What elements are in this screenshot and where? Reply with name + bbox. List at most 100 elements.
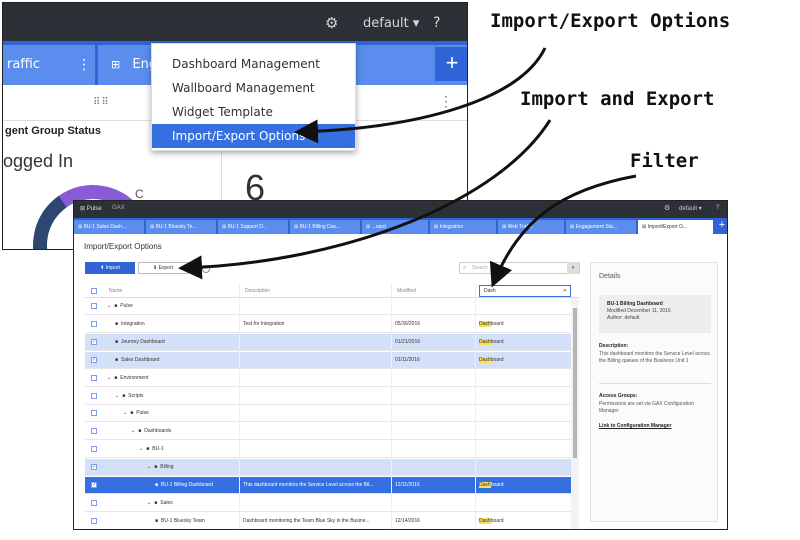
tab-web-traffic[interactable]: ⊞ Web Traffic (498, 220, 566, 234)
help-icon[interactable]: ? (716, 205, 719, 211)
dashboard-icon: ■ (155, 482, 159, 488)
row-checkbox[interactable] (91, 428, 97, 435)
chevron-down-icon[interactable]: ⌄ (147, 500, 151, 506)
row-checkbox[interactable]: ✓ (91, 464, 97, 471)
column-modified[interactable]: Modified (397, 284, 416, 298)
widget-kebab-icon[interactable]: ⋮ (439, 93, 453, 110)
row-checkbox[interactable] (91, 303, 97, 309)
table-row[interactable]: ⌄ ■ BU-1 (85, 441, 579, 459)
select-all-checkbox[interactable] (91, 288, 97, 294)
row-checkbox[interactable]: ✓ (91, 356, 97, 363)
row-modified: 12/11/2016 (395, 482, 420, 488)
tab-integration[interactable]: ⊞ Integration (430, 220, 498, 234)
row-checkbox[interactable] (91, 374, 97, 381)
chevron-down-icon[interactable]: ⌄ (147, 464, 151, 470)
tab-traffic[interactable]: raffic ⋮ (7, 45, 91, 85)
table-scrollbar[interactable] (571, 298, 579, 529)
menu-item-dashboard-management[interactable]: Dashboard Management (152, 52, 355, 76)
row-checkbox[interactable] (91, 446, 97, 453)
row-type: Dashboard (479, 338, 504, 345)
main-app-screenshot: ⊞ Pulse GAX ⚙ default ▾ ? ⊞ BU-1 Sales D… (73, 200, 728, 530)
drag-handle-icon[interactable]: ⠿⠿ (93, 97, 110, 108)
clear-filter-icon[interactable]: ✕ (563, 286, 567, 296)
filter-match-highlight: Dash (479, 356, 491, 363)
tab-sales-dashboard[interactable]: ⊞ BU-1 Sales Dash... (74, 220, 146, 234)
details-header: Details (599, 273, 621, 280)
access-groups-text: Permissions are set via GAX Configuratio… (599, 401, 694, 414)
export-button[interactable]: ⬇ Export (138, 262, 188, 274)
table-row[interactable]: ⌄ ■ Sales (85, 495, 579, 512)
tab-kebab-icon[interactable]: ⋮ (77, 45, 91, 85)
chevron-down-icon[interactable]: ⌄ (131, 428, 135, 434)
filter-match-highlight: Dash (479, 338, 491, 345)
chevron-down-icon[interactable]: ⌄ (115, 393, 119, 399)
folder-icon: ■ (114, 374, 118, 381)
help-icon[interactable]: ? (433, 15, 440, 31)
gear-icon[interactable]: ⚙ (325, 14, 338, 32)
add-tab-button[interactable]: + (715, 218, 727, 234)
row-name: ⌄ ■ BU-1 (139, 446, 164, 453)
row-type: Dashboard (479, 320, 504, 327)
add-tab-button[interactable]: + (435, 47, 467, 81)
row-checkbox[interactable]: ✓ (91, 338, 97, 345)
search-icon: ⌕ (463, 265, 467, 271)
table-row[interactable]: ⌄ ■ Dashboards (85, 423, 579, 441)
table-row[interactable]: ✓ ■ Journey Dashboard 01/21/2016 Dashboard (85, 333, 579, 351)
filter-input[interactable]: Dash ✕ (479, 285, 571, 297)
table-row[interactable]: ✓ ⌄ ■ Billing (85, 459, 579, 477)
tab-engagement-status[interactable]: ⊞ Engagement Sta... (566, 220, 638, 234)
folder-icon: ■ (138, 428, 142, 435)
chevron-down-icon[interactable]: ⌄ (107, 375, 111, 381)
folder-icon: ■ (154, 464, 158, 471)
column-name[interactable]: Name (109, 284, 122, 298)
search-input[interactable]: ⌕ Search ▾ (459, 262, 580, 274)
table-row[interactable]: ■ BU-1 Bluesky Team Dashboard monitoring t… (85, 513, 579, 529)
chevron-down-icon[interactable]: ⌄ (123, 410, 127, 416)
row-name: ⌄ ■ Environment (107, 374, 149, 381)
table-row[interactable]: ⌄ ■ Pulse (85, 405, 579, 423)
tab-bluesky-team[interactable]: ⊞ BU-1 Bluesky Te... (146, 220, 218, 234)
menu-item-import-export-options[interactable]: Import/Export Options (152, 124, 355, 148)
gear-icon[interactable]: ⚙ (664, 204, 670, 212)
profile-menu[interactable]: default ▾ (679, 205, 702, 212)
table-header: Name Description Modified Dash ✕ (85, 284, 579, 298)
annotation-import-and-export: Import and Export (520, 88, 715, 110)
table-row[interactable]: ⌄ ■ Environment (85, 370, 579, 387)
row-name: ■ BU-1 Billing Dashboard (155, 482, 214, 488)
filter-match-highlight: Dash (479, 517, 491, 524)
row-checkbox[interactable] (91, 517, 97, 524)
folder-icon: ■ (130, 410, 134, 417)
profile-menu[interactable]: default ▾ (363, 16, 419, 31)
row-checkbox[interactable] (91, 392, 97, 399)
tab-support-dashboard[interactable]: ⊞ BU-1 Support D... (218, 220, 290, 234)
zoom-top-bar: ⚙ default ▾ ? (3, 3, 467, 41)
more-options-icon[interactable] (202, 265, 210, 273)
description-text: This dashboard monitors the Service Leve… (599, 351, 710, 364)
chevron-down-icon[interactable]: ▾ (567, 262, 579, 274)
row-name: ⌄ ■ Scripts (115, 392, 144, 399)
table-row[interactable]: ⌄ ■ Scripts (85, 388, 579, 405)
chevron-down-icon[interactable]: ⌄ (139, 446, 143, 452)
row-modified: 05/30/2016 (395, 320, 421, 327)
tab-dashboard[interactable]: ⊞ ...oard (362, 220, 430, 234)
import-button[interactable]: ⬆ Import (85, 262, 135, 274)
row-checkbox[interactable] (91, 410, 97, 417)
table-row[interactable]: ✓ ■ BU-1 Billing Dashboard This dashboard m… (85, 477, 579, 494)
folder-icon: ■ (122, 392, 126, 399)
table-row[interactable]: ⌄ ■ Pulse (85, 298, 579, 315)
row-checkbox[interactable] (91, 499, 97, 506)
row-checkbox[interactable]: ✓ (91, 482, 97, 488)
table-row[interactable]: ✓ ■ Sales Dashboard 01/11/2016 Dashboard (85, 351, 579, 369)
filter-match-highlight: Dash (479, 482, 491, 488)
row-checkbox[interactable] (91, 320, 97, 327)
table-row[interactable]: ■ Integration Test for Integration 05/30/20… (85, 316, 579, 333)
menu-item-wallboard-management[interactable]: Wallboard Management (152, 76, 355, 100)
tab-billing-dashboard[interactable]: ⊞ BU-1 Billing Das... (290, 220, 362, 234)
chevron-down-icon[interactable]: ⌄ (107, 303, 111, 309)
filter-match-highlight: Dash (479, 320, 491, 327)
tab-import-export[interactable]: ⊞ Import/Export O... (638, 220, 715, 234)
configuration-manager-link[interactable]: Link to Configuration Manager (599, 423, 672, 429)
row-description: Dashboard monitoring the Team Blue Sky i… (243, 517, 370, 524)
menu-item-widget-template-management[interactable]: Widget Template Management (152, 100, 355, 143)
column-description[interactable]: Description (245, 284, 270, 298)
